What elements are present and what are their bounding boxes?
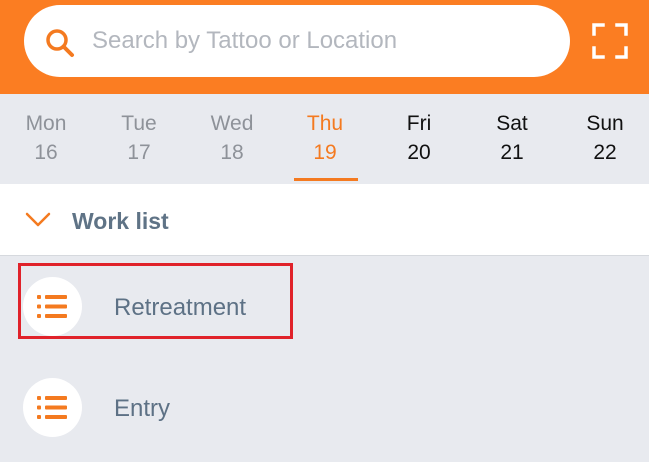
day-name: Mon: [25, 112, 67, 135]
day-name: Thu: [306, 112, 344, 135]
highlight-box: [18, 263, 293, 339]
list-item-entry[interactable]: Entry: [0, 360, 649, 456]
day-tue[interactable]: Tue 17: [93, 94, 185, 184]
selected-day-indicator: [294, 178, 358, 181]
day-name: Wed: [210, 112, 254, 135]
search-icon[interactable]: [44, 27, 76, 59]
search-input[interactable]: [92, 5, 552, 77]
app-header: [0, 0, 649, 94]
day-date: 16: [34, 141, 58, 164]
item-icon-circle: [23, 378, 82, 437]
day-sun[interactable]: Sun 22: [559, 94, 649, 184]
day-date: 22: [593, 141, 617, 164]
day-fri[interactable]: Fri 20: [373, 94, 465, 184]
day-date: 18: [220, 141, 244, 164]
day-date: 20: [407, 141, 431, 164]
worklist-header[interactable]: Work list: [0, 184, 649, 256]
day-sat[interactable]: Sat 21: [466, 94, 558, 184]
day-name: Tue: [121, 112, 157, 135]
day-date: 19: [313, 141, 337, 164]
day-wed[interactable]: Wed 18: [186, 94, 278, 184]
day-date: 17: [127, 141, 151, 164]
day-mon[interactable]: Mon 16: [0, 94, 92, 184]
list-item-label: Entry: [114, 395, 171, 422]
day-thu[interactable]: Thu 19: [279, 94, 371, 184]
chevron-down-icon: [25, 212, 51, 227]
scan-icon[interactable]: [591, 22, 629, 60]
week-day-selector: Mon 16 Tue 17 Wed 18 Thu 19 Fri 20 Sat 2…: [0, 94, 649, 184]
day-name: Sat: [496, 112, 528, 135]
day-date: 21: [500, 141, 524, 164]
worklist-title: Work list: [72, 208, 169, 234]
search-bar[interactable]: [24, 5, 570, 77]
day-name: Fri: [406, 112, 432, 135]
day-name: Sun: [586, 112, 624, 135]
list-icon: [37, 396, 67, 419]
